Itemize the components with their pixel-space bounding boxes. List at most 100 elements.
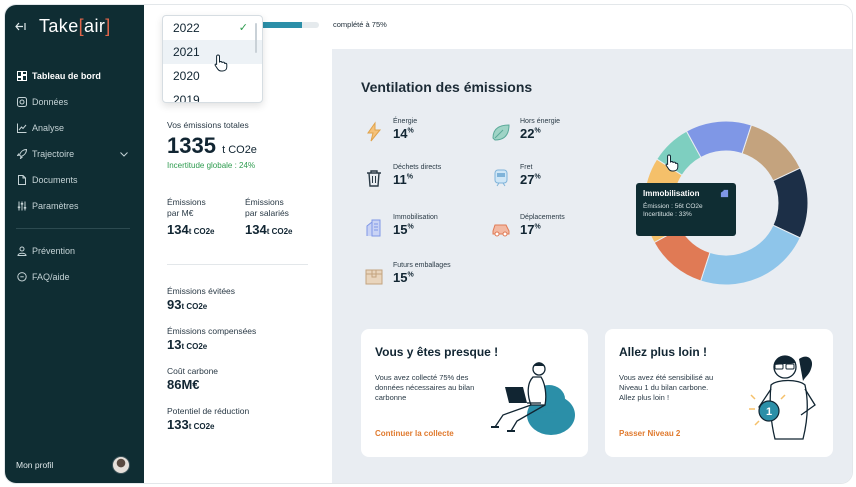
- collection-card: Vous y êtes presque ! Vous avez collecté…: [361, 329, 588, 457]
- category-value: 15%: [393, 270, 414, 285]
- category-hors-energie[interactable]: Hors énergie 22%: [490, 117, 560, 143]
- category-name: Énergie: [393, 118, 418, 125]
- sidebar-item-prevention[interactable]: Prévention: [5, 238, 144, 264]
- category-futurs-emballages[interactable]: Futurs emballages 15%: [363, 261, 451, 287]
- database-icon: [16, 97, 27, 108]
- offset-label: Émissions compensées: [167, 326, 257, 336]
- app-logo[interactable]: Take[air]: [39, 16, 111, 37]
- category-dechets-directs[interactable]: Déchets directs 11%: [363, 163, 441, 189]
- sidebar-item-label: Documents: [32, 175, 78, 185]
- continue-collection-link[interactable]: Continuer la collecte: [375, 429, 454, 438]
- building-icon: [720, 189, 729, 198]
- trash-icon: [367, 170, 381, 187]
- collection-card-text: Vous avez collecté 75% des données néces…: [375, 373, 475, 402]
- sidebar-item-label: FAQ/aide: [32, 272, 70, 282]
- car-icon: [492, 224, 510, 237]
- year-option-2022[interactable]: 2022 ✓: [163, 16, 262, 40]
- chart-icon: [16, 123, 27, 134]
- profile-label: Mon profil: [16, 460, 54, 470]
- chevron-down-icon[interactable]: [120, 149, 128, 159]
- sidebar-item-faq[interactable]: FAQ/aide: [5, 264, 144, 290]
- leaf-icon: [492, 124, 510, 141]
- sidebar-item-parametres[interactable]: Paramètres: [5, 193, 144, 219]
- summary-panel: Vos émissions totales 1335 t CO2e Incert…: [144, 49, 332, 483]
- reduction-potential: Potentiel de réduction 133t CO2e: [167, 406, 249, 432]
- sidebar-item-label: Prévention: [32, 246, 76, 256]
- category-name: Fret: [520, 164, 533, 171]
- per-employee-label-2: par salariés: [245, 208, 289, 218]
- sidebar-item-trajectoire[interactable]: Trajectoire: [5, 141, 144, 167]
- avatar[interactable]: [112, 456, 130, 474]
- chat-icon: [16, 272, 27, 283]
- category-value: 27%: [520, 172, 541, 187]
- offset-emissions: Émissions compensées 13t CO2e: [167, 326, 256, 352]
- category-fret[interactable]: Fret 27%: [490, 163, 541, 189]
- person-medal-illustration: 1: [749, 355, 816, 440]
- category-energie[interactable]: Énergie 14%: [363, 117, 417, 143]
- check-icon: ✓: [238, 22, 248, 34]
- sidebar-item-tableau-de-bord[interactable]: Tableau de bord: [5, 63, 144, 89]
- badge-number: 1: [766, 406, 772, 418]
- category-value: 17%: [520, 222, 541, 237]
- emissions-per-revenue: Émissions par M€ 134t CO2e: [167, 197, 215, 237]
- avoided-emissions: Émissions évitées 93t CO2e: [167, 286, 235, 312]
- total-emissions-block: Vos émissions totales 1335 t CO2e Incert…: [167, 120, 257, 170]
- year-dropdown[interactable]: 2022 ✓ 2021 2020 2019: [162, 15, 263, 103]
- category-value: 14%: [393, 126, 414, 141]
- tooltip-emission: Émission : 56t CO2e: [643, 203, 703, 210]
- sidebar-item-label: Analyse: [32, 123, 65, 133]
- next-level-card: Allez plus loin ! Vous avez été sensibil…: [605, 329, 833, 457]
- hand-cursor-icon: [665, 154, 679, 172]
- prevention-icon: [16, 246, 27, 257]
- sidebar-item-documents[interactable]: Documents: [5, 167, 144, 193]
- category-name: Hors énergie: [520, 118, 561, 125]
- tooltip-title: Immobilisation: [643, 189, 700, 198]
- emissions-per-employee: Émissions par salariés 134t CO2e: [245, 197, 293, 237]
- year-option-2021[interactable]: 2021: [163, 40, 262, 64]
- per-employee-label: Émissions: [245, 197, 284, 207]
- total-emissions-value: 1335 t CO2e: [167, 133, 257, 158]
- next-level-card-text: Vous avez été sensibilisé au Niveau 1 du…: [619, 373, 714, 402]
- sidebar-item-label: Paramètres: [32, 201, 79, 211]
- lightning-icon: [367, 121, 382, 142]
- avoided-label: Émissions évitées: [167, 286, 236, 296]
- category-immobilisation[interactable]: Immobilisation 15%: [363, 213, 438, 239]
- breakdown-area: Ventilation des émissions Énergie 14% Hor…: [332, 49, 852, 483]
- category-value: 22%: [520, 126, 541, 141]
- carbon-cost-value: 86M€: [167, 377, 200, 392]
- sidebar-nav: Tableau de bord Données Analyse Trajecto…: [5, 63, 144, 290]
- person-laptop-illustration: [491, 362, 575, 435]
- uncertainty-label: Incertitude globale : 24%: [167, 161, 256, 170]
- sidebar-item-donnees[interactable]: Données: [5, 89, 144, 115]
- sidebar-item-label: Trajectoire: [32, 149, 75, 159]
- settings-sliders-icon: [16, 201, 27, 212]
- category-name: Déplacements: [520, 214, 565, 221]
- dashboard-icon: [16, 71, 27, 82]
- sidebar-header: Take[air]: [15, 16, 111, 37]
- per-employee-value: 134t CO2e: [245, 222, 293, 237]
- box-icon: [365, 269, 383, 285]
- avoided-value: 93t CO2e: [167, 297, 208, 312]
- app-window: Take[air] Tableau de bord Données Analys…: [4, 4, 853, 484]
- carbon-cost: Coût carbone 86M€: [167, 366, 218, 392]
- back-arrow-icon[interactable]: [15, 19, 26, 34]
- category-value: 15%: [393, 222, 414, 237]
- category-deplacements[interactable]: Déplacements 17%: [490, 213, 565, 239]
- rocket-icon: [16, 149, 27, 160]
- year-option-2020[interactable]: 2020: [163, 64, 262, 88]
- dropdown-scrollbar[interactable]: [255, 23, 257, 53]
- total-emissions-label: Vos émissions totales: [167, 120, 249, 130]
- per-revenue-label: Émissions: [167, 197, 206, 207]
- year-option-2019[interactable]: 2019: [163, 88, 262, 102]
- sidebar: Take[air] Tableau de bord Données Analys…: [5, 5, 144, 483]
- category-value: 11%: [393, 172, 413, 187]
- profile-area[interactable]: Mon profil: [16, 456, 130, 474]
- sidebar-item-analyse[interactable]: Analyse: [5, 115, 144, 141]
- next-level-link[interactable]: Passer Niveau 2: [619, 429, 680, 438]
- collection-card-title: Vous y êtes presque !: [375, 345, 499, 359]
- offset-value: 13t CO2e: [167, 337, 208, 352]
- sidebar-item-label: Tableau de bord: [32, 71, 101, 81]
- reduction-value: 133t CO2e: [167, 417, 215, 432]
- category-name: Immobilisation: [393, 214, 438, 221]
- chart-tooltip: Immobilisation Émission : 56t CO2e Incer…: [636, 183, 736, 236]
